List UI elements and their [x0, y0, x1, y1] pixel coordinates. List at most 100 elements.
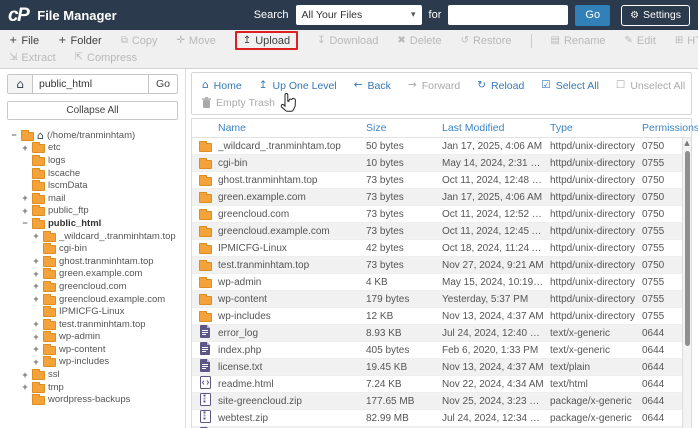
edit-icon: ✎: [624, 34, 633, 46]
cpanel-logo-icon: cP: [8, 4, 30, 26]
tree-item-greencloud-com[interactable]: + greencloud.com: [7, 280, 178, 293]
folder-icon: [21, 129, 34, 141]
upload-button[interactable]: ↥ Upload: [234, 31, 299, 51]
file-icon: [199, 325, 211, 341]
expand-icon[interactable]: +: [21, 206, 29, 216]
tree-item-greencloud-example-com[interactable]: + greencloud.example.com: [7, 293, 178, 306]
tree-item-test-tranminhtam-top[interactable]: + test.tranminhtam.top: [7, 318, 178, 331]
select-all-button[interactable]: ☑ Select All: [541, 80, 599, 92]
table-row-wp-admin[interactable]: wp-admin 4 KB May 15, 2024, 10:19 AM httpd/…: [192, 274, 691, 291]
table-row-index-php[interactable]: index.php 405 bytes Feb 6, 2020, 1:33 PM te…: [192, 342, 691, 359]
vertical-scrollbar[interactable]: ▲: [682, 138, 691, 428]
tree-item-tmp[interactable]: + tmp: [7, 381, 178, 394]
table-row-wp-includes[interactable]: wp-includes 12 KB Nov 13, 2024, 4:37 AM htt…: [192, 308, 691, 325]
home-button[interactable]: ⌂ Home: [202, 80, 242, 92]
expand-icon[interactable]: +: [32, 357, 40, 367]
table-row-site-greencloud-zip[interactable]: site-greencloud.zip 177.65 MB Nov 25, 2024…: [192, 393, 691, 410]
forward-button: → Forward: [408, 80, 460, 92]
column-header-name[interactable]: Name: [218, 122, 366, 134]
collapse-icon[interactable]: −: [21, 218, 29, 228]
expand-icon[interactable]: +: [32, 319, 40, 329]
search-go-button[interactable]: Go: [575, 4, 611, 26]
scroll-up-arrow-icon[interactable]: ▲: [683, 138, 691, 148]
expand-icon[interactable]: +: [32, 332, 40, 342]
size-cell: 73 bytes: [366, 191, 404, 203]
column-header-type[interactable]: Type: [550, 122, 642, 134]
table-row-error-log[interactable]: error_log 8.93 KB Jul 24, 2024, 12:40 PM te…: [192, 325, 691, 342]
expand-icon[interactable]: +: [21, 193, 29, 203]
tree-item-logs[interactable]: logs: [7, 154, 178, 167]
home-path-button[interactable]: ⌂: [7, 74, 33, 94]
tree-item-mail[interactable]: + mail: [7, 192, 178, 205]
modified-cell: Nov 25, 2024, 3:23 PM: [442, 395, 545, 407]
settings-button[interactable]: ⚙ Settings: [621, 4, 690, 26]
back-button[interactable]: ← Back: [354, 80, 391, 92]
table-row-ghost-tranminhtam-top[interactable]: ghost.tranminhtam.top 73 bytes Oct 11, 202…: [192, 172, 691, 189]
path-bar: ⌂ Go: [7, 74, 178, 94]
expand-icon[interactable]: +: [32, 269, 40, 279]
table-row-green-example-com[interactable]: green.example.com 73 bytes Jan 17, 2025, 4…: [192, 189, 691, 206]
tree-item-lscache[interactable]: lscache: [7, 167, 178, 180]
tree-item-ghost-tranminhtam-top[interactable]: + ghost.tranminhtam.top: [7, 255, 178, 268]
folder-icon: [43, 293, 56, 305]
column-header-size[interactable]: Size: [366, 122, 442, 134]
size-cell: 10 bytes: [366, 157, 404, 169]
tree-item-home-tranminhtam[interactable]: − ⌂ (/home/tranminhtam): [7, 129, 178, 142]
tree-item-wp-admin[interactable]: + wp-admin: [7, 331, 178, 344]
table-row-test-tranminhtam-top[interactable]: test.tranminhtam.top 73 bytes Nov 27, 2024…: [192, 257, 691, 274]
size-cell: 73 bytes: [366, 259, 404, 271]
tree-item-wildcard-tranminhtam-top[interactable]: + _wildcard_.tranminhtam.top: [7, 230, 178, 243]
tree-item-wp-includes[interactable]: + wp-includes: [7, 356, 178, 369]
tree-item-green-example-com[interactable]: + green.example.com: [7, 268, 178, 281]
tree-item-public-html[interactable]: − public_html: [7, 217, 178, 230]
tree-item-wordpress-backups[interactable]: wordpress-backups: [7, 393, 178, 406]
expand-icon[interactable]: +: [32, 256, 40, 266]
table-row-license-txt[interactable]: license.txt 19.45 KB Nov 13, 2024, 4:37 AM…: [192, 359, 691, 376]
up-one-level-label: Up One Level: [272, 79, 337, 92]
expand-icon[interactable]: +: [32, 231, 40, 241]
file-type-icon-cell: [192, 225, 218, 237]
reload-button[interactable]: ↻ Reload: [477, 80, 524, 92]
zip-icon: [199, 393, 211, 409]
table-row-readme-html[interactable]: readme.html 7.24 KB Nov 22, 2024, 4:34 AM t…: [192, 376, 691, 393]
tree-item-ipmicfg-linux[interactable]: IPMICFG-Linux: [7, 305, 178, 318]
expand-icon[interactable]: +: [21, 382, 29, 392]
tree-item-public-ftp[interactable]: + public_ftp: [7, 205, 178, 218]
tree-item-wp-content[interactable]: + wp-content: [7, 343, 178, 356]
column-header-permissions[interactable]: Permissions: [642, 122, 698, 134]
up-one-level-button[interactable]: ↥ Up One Level: [259, 80, 337, 92]
folder-button[interactable]: + Folder: [58, 35, 102, 47]
scrollbar-thumb[interactable]: [684, 151, 690, 346]
path-input[interactable]: [33, 74, 149, 94]
table-row-cgi-bin[interactable]: cgi-bin 10 bytes May 14, 2024, 2:31 PM http…: [192, 155, 691, 172]
table-row-ipmicfg-linux[interactable]: IPMICFG-Linux 42 bytes Oct 18, 2024, 11:24…: [192, 240, 691, 257]
table-row-webtest-zip[interactable]: webtest.zip 82.99 MB Jul 24, 2024, 12:34 P…: [192, 410, 691, 427]
table-row-greencloud-com[interactable]: greencloud.com 73 bytes Oct 11, 2024, 12:5…: [192, 206, 691, 223]
expand-icon[interactable]: +: [21, 370, 29, 380]
expand-icon[interactable]: +: [32, 344, 40, 354]
path-go-button[interactable]: Go: [149, 74, 178, 94]
file-button[interactable]: + File: [9, 35, 39, 47]
perms-cell: 0755: [642, 293, 665, 305]
table-row-wildcard-tranminhtam-top[interactable]: _wildcard_.tranminhtam.top 50 bytes Jan 17…: [192, 138, 691, 155]
expand-icon[interactable]: +: [32, 281, 40, 291]
expand-icon[interactable]: +: [32, 294, 40, 304]
collapse-all-button[interactable]: Collapse All: [7, 101, 178, 120]
tree-item-cgi-bin[interactable]: cgi-bin: [7, 242, 178, 255]
table-row-wp-content[interactable]: wp-content 179 bytes Yesterday, 5:37 PM htt…: [192, 291, 691, 308]
column-header-last-modified[interactable]: Last Modified: [442, 122, 550, 134]
search-input[interactable]: [448, 5, 569, 25]
file-icon: [199, 359, 211, 375]
tree-item-label: lscmData: [48, 180, 88, 192]
tree-item-etc[interactable]: + etc: [7, 142, 178, 155]
move-button: ✛ Move: [177, 35, 216, 47]
search-scope-select[interactable]: All Your Files ▾: [295, 5, 422, 25]
type-cell: package/x-generic: [550, 412, 632, 424]
tree-item-lscmdata[interactable]: lscmData: [7, 179, 178, 192]
tree-item-ssl[interactable]: + ssl: [7, 368, 178, 381]
file-type-icon-cell: [192, 140, 218, 152]
table-row-greencloud-example-com[interactable]: greencloud.example.com 73 bytes Oct 11, 20…: [192, 223, 691, 240]
collapse-icon[interactable]: −: [10, 130, 18, 140]
tree-item-label: lscache: [48, 167, 81, 179]
expand-icon[interactable]: +: [21, 143, 29, 153]
